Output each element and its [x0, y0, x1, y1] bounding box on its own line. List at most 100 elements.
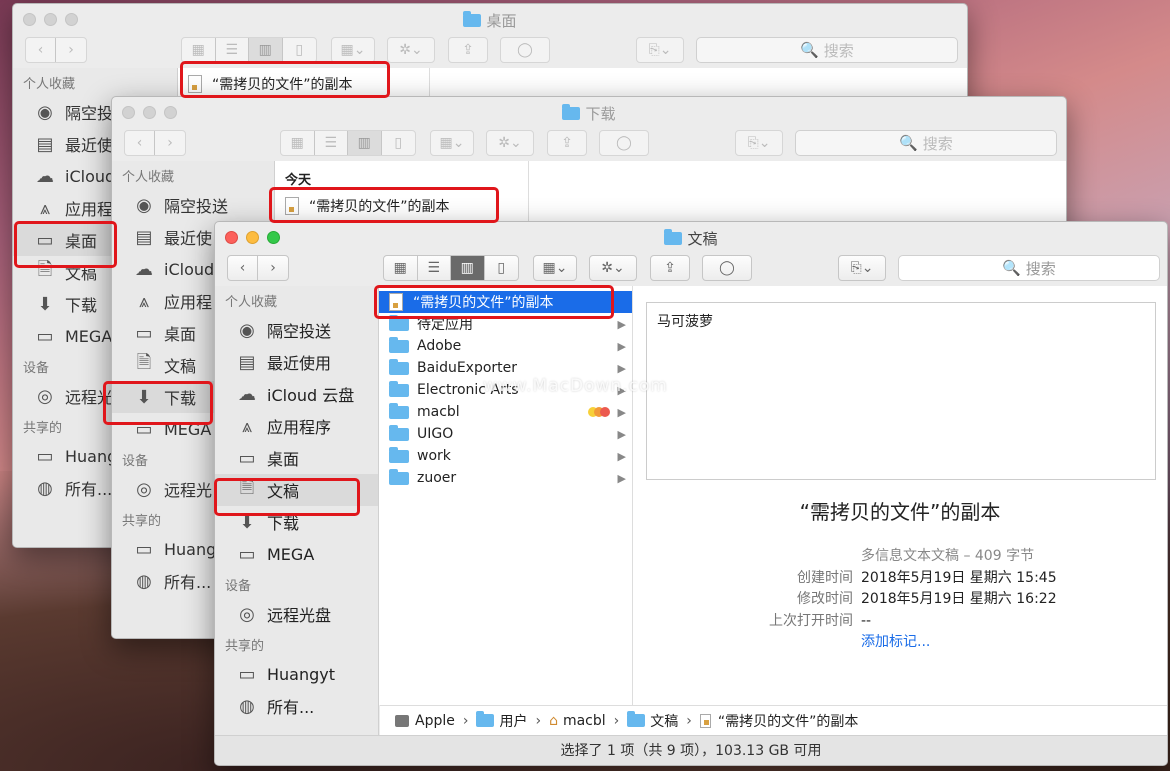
- forward-icon[interactable]: ›: [56, 38, 86, 62]
- icon-view-icon[interactable]: ▦: [384, 256, 418, 280]
- cover-flow-icon[interactable]: ▯: [485, 256, 518, 280]
- folder-row[interactable]: work ▶: [379, 445, 632, 467]
- sidebar-item-huangyt[interactable]: ▭ Huangyt: [215, 658, 378, 690]
- computer-icon: ▭: [135, 538, 153, 560]
- sidebar-item-mega[interactable]: ▭ MEGA: [215, 538, 378, 570]
- back-icon[interactable]: ‹: [228, 256, 259, 280]
- path-item[interactable]: 文稿: [650, 711, 678, 731]
- sidebar-item-all[interactable]: ◍ 所有...: [215, 690, 378, 722]
- sidebar-item-label: 应用程: [164, 293, 213, 312]
- share-icon[interactable]: ⇪: [547, 130, 587, 156]
- back-forward-buttons[interactable]: ‹ ›: [25, 37, 87, 63]
- sidebar-item-label: 隔空投: [65, 104, 114, 123]
- view-mode-buttons[interactable]: ▦ ☰ ▥ ▯: [383, 255, 519, 281]
- sidebar-item-icloud[interactable]: ☁ iCloud 云盘: [215, 378, 378, 410]
- folder-row[interactable]: macbl ▶: [379, 401, 632, 423]
- cover-flow-icon[interactable]: ▯: [283, 38, 316, 62]
- last-opened-value: --: [861, 612, 872, 629]
- network-icon: ◍: [136, 570, 152, 592]
- new-document-icon[interactable]: ⎘⌄: [636, 37, 684, 63]
- list-view-icon[interactable]: ☰: [216, 38, 249, 62]
- tag-icon[interactable]: ◯: [702, 255, 752, 281]
- forward-icon[interactable]: ›: [258, 256, 288, 280]
- search-field[interactable]: 🔍 搜索: [795, 130, 1057, 156]
- group-button[interactable]: ▦⌄: [331, 37, 375, 63]
- path-item[interactable]: 用户: [499, 711, 527, 731]
- cloud-icon: ☁: [36, 165, 54, 187]
- sidebar-item-downloads[interactable]: ⬇ 下载: [215, 506, 378, 538]
- sidebar-item-airdrop[interactable]: ◉ 隔空投送: [215, 314, 378, 346]
- folder-row[interactable]: 待定应用 ▶: [379, 313, 632, 335]
- folder-name: BaiduExporter: [417, 360, 518, 376]
- file-name: “需拷贝的文件”的副本: [309, 199, 450, 215]
- search-field[interactable]: 🔍 搜索: [696, 37, 958, 63]
- view-mode-buttons[interactable]: ▦ ☰ ▥ ▯: [181, 37, 317, 63]
- desktop-icon: ▭: [238, 447, 256, 469]
- chevron-right-icon: ▶: [617, 427, 626, 441]
- action-gear-icon[interactable]: ✲⌄: [486, 130, 534, 156]
- file-row-selected[interactable]: “需拷贝的文件”的副本: [379, 291, 632, 313]
- sidebar-item-label: 应用程序: [267, 418, 332, 437]
- new-document-icon[interactable]: ⎘⌄: [735, 130, 783, 156]
- document-preview[interactable]: 马可菠萝: [646, 302, 1156, 480]
- sidebar-item-label: 文稿: [267, 482, 300, 501]
- action-gear-icon[interactable]: ✲⌄: [589, 255, 637, 281]
- back-forward-buttons[interactable]: ‹ ›: [227, 255, 289, 281]
- tag-icon[interactable]: ◯: [500, 37, 550, 63]
- path-item[interactable]: Apple: [415, 713, 455, 729]
- new-document-icon[interactable]: ⎘⌄: [838, 255, 886, 281]
- cover-flow-icon[interactable]: ▯: [382, 131, 415, 155]
- favorites-header: 个人收藏: [225, 295, 278, 310]
- tag-icon[interactable]: ◯: [599, 130, 649, 156]
- forward-icon[interactable]: ›: [155, 131, 185, 155]
- column-view-icon[interactable]: ▥: [348, 131, 382, 155]
- folder-row[interactable]: Adobe ▶: [379, 335, 632, 357]
- column-view-icon[interactable]: ▥: [249, 38, 283, 62]
- file-row[interactable]: “需拷贝的文件”的副本: [178, 73, 429, 95]
- finder-window-documents[interactable]: 文稿 ‹ › ▦ ☰ ▥ ▯ ▦⌄ ✲⌄ ⇪ ◯ ⎘⌄ 🔍 搜索 个人收藏 ◉ 隔空投送 …: [214, 221, 1168, 766]
- sidebar-item-label: 文稿: [164, 357, 197, 376]
- list-view-icon[interactable]: ☰: [418, 256, 451, 280]
- back-icon[interactable]: ‹: [26, 38, 57, 62]
- share-icon[interactable]: ⇪: [448, 37, 488, 63]
- folder-row[interactable]: UIGO ▶: [379, 423, 632, 445]
- preview-column: 马可菠萝 “需拷贝的文件”的副本 多信息文本文稿 – 409 字节 创建时间 20…: [633, 286, 1167, 705]
- group-button[interactable]: ▦⌄: [533, 255, 577, 281]
- titlebar[interactable]: 桌面: [13, 4, 967, 36]
- search-field[interactable]: 🔍 搜索: [898, 255, 1160, 281]
- back-forward-buttons[interactable]: ‹ ›: [124, 130, 186, 156]
- applications-icon: ⩓: [39, 197, 51, 219]
- sidebar-item-desktop[interactable]: ▭ 桌面: [215, 442, 378, 474]
- icon-view-icon[interactable]: ▦: [182, 38, 216, 62]
- titlebar[interactable]: 下载: [112, 97, 1066, 129]
- back-icon[interactable]: ‹: [125, 131, 156, 155]
- column-view-icon[interactable]: ▥: [451, 256, 485, 280]
- home-icon: ⌂: [549, 712, 558, 729]
- hard-disk-icon: [395, 714, 409, 727]
- recents-icon: ▤: [135, 226, 153, 248]
- sidebar-item-applications[interactable]: ⩓ 应用程序: [215, 410, 378, 442]
- sidebar-item-documents[interactable]: 🗎 文稿: [215, 474, 378, 506]
- path-item[interactable]: macbl: [563, 713, 606, 729]
- file-row[interactable]: “需拷贝的文件”的副本: [275, 195, 528, 217]
- action-gear-icon[interactable]: ✲⌄: [387, 37, 435, 63]
- share-icon[interactable]: ⇪: [650, 255, 690, 281]
- list-view-icon[interactable]: ☰: [315, 131, 348, 155]
- folder-name: work: [417, 448, 451, 464]
- color-tags-icon: [588, 407, 610, 417]
- add-tags-link[interactable]: 添加标记...: [861, 634, 930, 650]
- sidebar-item-airdrop[interactable]: ◉ 隔空投送: [112, 189, 274, 221]
- folder-icon: [476, 711, 495, 727]
- sidebar-item-remote-disc[interactable]: ◎ 远程光盘: [215, 598, 378, 630]
- folder-row[interactable]: zuoer ▶: [379, 467, 632, 489]
- titlebar[interactable]: 文稿: [215, 222, 1167, 254]
- folder-icon: [664, 229, 683, 245]
- recents-icon: ▤: [238, 351, 256, 373]
- path-item[interactable]: “需拷贝的文件”的副本: [718, 711, 859, 731]
- icon-view-icon[interactable]: ▦: [281, 131, 315, 155]
- window-title: 桌面: [486, 12, 517, 30]
- group-button[interactable]: ▦⌄: [430, 130, 474, 156]
- view-mode-buttons[interactable]: ▦ ☰ ▥ ▯: [280, 130, 416, 156]
- last-opened-label: 上次打开时间: [769, 612, 853, 629]
- sidebar-item-recents[interactable]: ▤ 最近使用: [215, 346, 378, 378]
